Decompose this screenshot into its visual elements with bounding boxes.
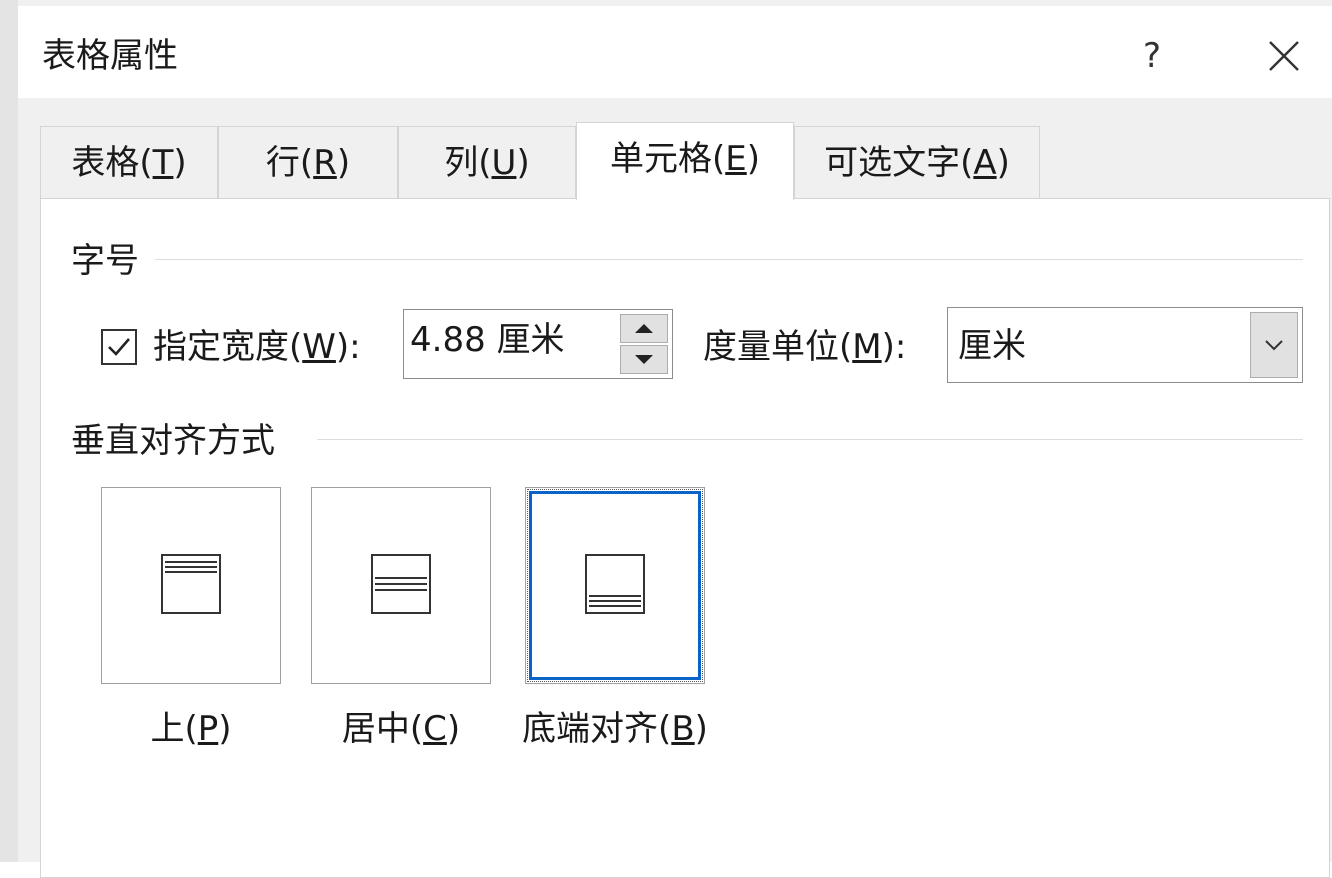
tab-label: 行(	[265, 143, 314, 183]
decrement-button[interactable]	[620, 345, 668, 374]
label-mnemonic: M	[852, 327, 882, 367]
label-text: 指定宽度(	[153, 327, 303, 367]
dropdown-button[interactable]	[1250, 312, 1298, 378]
tab-label-suffix: )	[336, 143, 351, 183]
tab-label-suffix: )	[996, 143, 1010, 183]
caption-mnemonic: C	[423, 709, 447, 749]
label-suffix: ):	[881, 327, 907, 367]
tab-mnemonic: R	[313, 143, 337, 183]
chevron-up-icon	[635, 324, 653, 333]
tab-mnemonic: U	[491, 143, 517, 183]
title-bar: 表格属性 ?	[18, 6, 1332, 98]
align-center-button[interactable]	[311, 487, 491, 684]
close-button[interactable]	[1256, 28, 1312, 84]
tab-label: 表格(	[71, 143, 153, 183]
align-middle-icon	[371, 554, 431, 614]
checkmark-icon	[108, 338, 130, 356]
dialog-title: 表格属性	[42, 36, 178, 76]
chevron-down-icon	[635, 355, 653, 364]
specify-width-checkbox[interactable]	[101, 329, 137, 365]
valign-group-title: 垂直对齐方式	[71, 421, 275, 461]
caption-text: 居中(	[341, 709, 424, 749]
tab-cell[interactable]: 单元格(E)	[576, 122, 794, 200]
width-spinner[interactable]: 4.88 厘米	[403, 309, 673, 379]
tab-column[interactable]: 列(U)	[398, 126, 576, 198]
help-button[interactable]: ?	[1124, 28, 1180, 84]
align-bottom-label: 底端对齐(B)	[507, 709, 723, 749]
tab-label: 可选文字(	[824, 143, 974, 183]
label-text: 度量单位(	[703, 327, 853, 367]
measure-unit-value: 厘米	[958, 326, 1026, 366]
chevron-down-icon	[1265, 340, 1283, 351]
tab-mnemonic: E	[725, 139, 747, 179]
align-bottom-button[interactable]	[525, 487, 705, 684]
tab-label-suffix: )	[173, 143, 187, 183]
align-top-icon	[161, 554, 221, 614]
measure-unit-label: 度量单位(M):	[703, 327, 906, 367]
close-icon	[1269, 41, 1299, 71]
tab-label: 列(	[444, 143, 492, 183]
tab-label: 单元格(	[609, 139, 726, 179]
size-group-divider	[155, 259, 1303, 260]
caption-text: 底端对齐(	[522, 709, 672, 749]
tab-label-suffix: )	[746, 139, 760, 179]
tab-alt-text[interactable]: 可选文字(A)	[794, 126, 1040, 198]
align-top-label: 上(P)	[101, 709, 281, 749]
tab-label-suffix: )	[516, 143, 530, 183]
cell-tab-panel: 字号 指定宽度(W): 4.88 厘米 度量单位(M): 厘米 垂直对齐方式 上…	[40, 198, 1330, 878]
caption-mnemonic: P	[197, 709, 219, 749]
table-properties-dialog: 表格属性 ? 表格(T) 行(R) 列(U) 单元格(E) 可选文字(A) 字号	[0, 0, 1332, 878]
valign-group-divider	[317, 439, 1303, 440]
increment-button[interactable]	[620, 314, 668, 343]
align-bottom-icon	[585, 554, 645, 614]
measure-unit-select[interactable]: 厘米	[947, 307, 1303, 383]
caption-text: 上(	[150, 709, 198, 749]
caption-mnemonic: B	[671, 709, 695, 749]
caption-suffix: )	[446, 709, 461, 749]
tab-mnemonic: A	[973, 143, 997, 183]
label-suffix: ):	[335, 327, 361, 367]
caption-suffix: )	[218, 709, 232, 749]
width-value[interactable]: 4.88 厘米	[410, 320, 565, 360]
specify-width-label: 指定宽度(W):	[153, 327, 361, 367]
size-group-title: 字号	[71, 241, 139, 281]
tab-table[interactable]: 表格(T)	[40, 126, 218, 198]
align-center-label: 居中(C)	[311, 709, 491, 749]
tab-mnemonic: T	[152, 143, 174, 183]
label-mnemonic: W	[302, 327, 336, 367]
caption-suffix: )	[694, 709, 708, 749]
align-top-button[interactable]	[101, 487, 281, 684]
tab-row[interactable]: 行(R)	[218, 126, 398, 198]
spinner-buttons	[620, 314, 668, 374]
